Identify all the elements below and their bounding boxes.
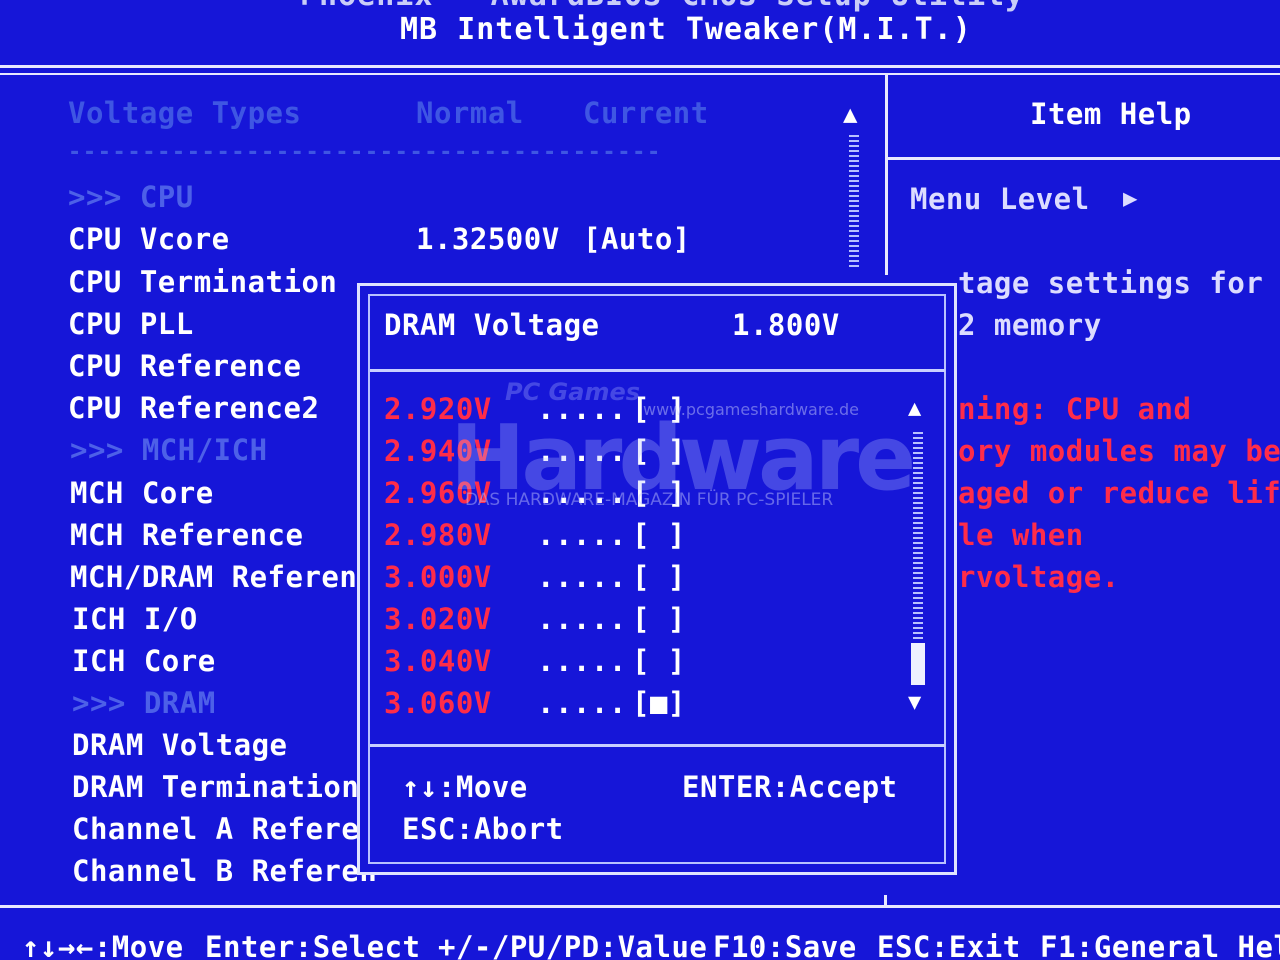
pcgh-watermark: PC Games www.pcgameshardware.de Hardware… bbox=[445, 378, 916, 518]
popup-hint-accept: ENTER:Accept bbox=[682, 770, 898, 804]
popup-current-value: 1.800V bbox=[732, 308, 840, 342]
item-help-title: Item Help bbox=[1030, 97, 1192, 131]
menu-level-label: Menu Level bbox=[910, 182, 1090, 216]
option-value: 3.040V bbox=[384, 644, 492, 678]
option-dots: ..... bbox=[537, 686, 627, 720]
cpu-vcore-current-value[interactable]: [Auto] bbox=[583, 222, 691, 256]
frame-top-outer bbox=[0, 65, 1280, 68]
frame-divider-vertical bbox=[885, 75, 888, 275]
popup-footer-divider bbox=[370, 744, 945, 747]
option-checkbox[interactable]: [ ] bbox=[632, 644, 686, 678]
list-item-ich-core[interactable]: ICH Core bbox=[72, 644, 216, 678]
column-header-voltage-types: Voltage Types bbox=[68, 96, 302, 130]
list-item-cpu-reference[interactable]: CPU Reference bbox=[68, 349, 301, 383]
footer-hint-save: F10:Save bbox=[713, 930, 857, 960]
help-warning-line-3: aged or reduce life bbox=[958, 476, 1280, 510]
option-dots: ..... bbox=[537, 602, 627, 636]
footer-hint-exit: ESC:Exit bbox=[877, 930, 1021, 960]
option-dots: ..... bbox=[537, 644, 627, 678]
menu-level-arrow-icon: ▶ bbox=[1123, 184, 1138, 212]
footer-hint-move: ↑↓→←:Move bbox=[22, 930, 184, 960]
watermark-tagline: DAS HARDWARE-MAGAZIN FÜR PC-SPIELER bbox=[465, 490, 834, 510]
column-header-current: Current bbox=[583, 96, 709, 130]
cpu-vcore-normal-value: 1.32500V bbox=[416, 222, 560, 256]
list-item-mch-core[interactable]: MCH Core bbox=[70, 476, 214, 510]
list-item-dram-termination[interactable]: DRAM Termination bbox=[72, 770, 359, 804]
list-item-mch-dram-reference[interactable]: MCH/DRAM Referenc bbox=[70, 560, 375, 594]
help-description-line-1: tage settings for bbox=[958, 266, 1264, 300]
help-warning-line-2: ory modules may be bbox=[958, 434, 1280, 468]
option-value: 2.980V bbox=[384, 518, 492, 552]
list-item-cpu-vcore[interactable]: CPU Vcore bbox=[68, 222, 230, 256]
help-warning-line-5: rvoltage. bbox=[958, 560, 1120, 594]
frame-top-inner bbox=[0, 73, 1280, 75]
list-item-dram-voltage[interactable]: DRAM Voltage bbox=[72, 728, 288, 762]
option-checkbox[interactable]: [ ] bbox=[632, 560, 686, 594]
footer-hint-value: +/-/PU/PD:Value bbox=[438, 930, 708, 960]
list-item-channel-a-reference[interactable]: Channel A Referen bbox=[72, 812, 377, 846]
option-checkbox[interactable]: [ ] bbox=[632, 602, 686, 636]
list-item-mch-reference[interactable]: MCH Reference bbox=[70, 518, 303, 552]
list-item-channel-b-reference[interactable]: Channel B Referen bbox=[72, 854, 377, 888]
list-scroll-up-icon[interactable]: ▲ bbox=[843, 100, 858, 128]
section-header-dram: >>> DRAM bbox=[72, 686, 216, 720]
option-value: 3.020V bbox=[384, 602, 492, 636]
page-title: MB Intelligent Tweaker(M.I.T.) bbox=[400, 12, 972, 47]
option-value: 3.000V bbox=[384, 560, 492, 594]
footer-hint-select: Enter:Select bbox=[205, 930, 421, 960]
watermark-brand-top: PC Games bbox=[505, 378, 641, 406]
popup-scrollbar-track[interactable] bbox=[913, 432, 923, 642]
help-title-divider bbox=[888, 157, 1280, 160]
help-description-line-2: 2 memory bbox=[958, 308, 1102, 342]
list-item-cpu-pll[interactable]: CPU PLL bbox=[68, 307, 194, 341]
popup-scrollbar-thumb[interactable] bbox=[911, 643, 925, 685]
section-header-mch-ich: >>> MCH/ICH bbox=[70, 433, 268, 467]
popup-hint-abort: ESC:Abort bbox=[402, 812, 564, 846]
option-dots: ..... bbox=[537, 518, 627, 552]
column-header-normal: Normal bbox=[416, 96, 524, 130]
popup-hint-move: ↑↓:Move bbox=[402, 770, 528, 804]
popup-title: DRAM Voltage bbox=[384, 308, 600, 342]
list-item-cpu-reference2[interactable]: CPU Reference2 bbox=[68, 391, 319, 425]
section-header-cpu: >>> CPU bbox=[68, 180, 194, 214]
list-item-ich-io[interactable]: ICH I/O bbox=[72, 602, 198, 636]
help-warning-line-4: le when bbox=[958, 518, 1084, 552]
popup-scroll-down-icon[interactable]: ▼ bbox=[908, 690, 922, 715]
option-checkbox-checked[interactable]: [■] bbox=[632, 686, 686, 720]
footer-hint-help: F1:General Help bbox=[1040, 930, 1280, 960]
option-checkbox[interactable]: [ ] bbox=[632, 518, 686, 552]
list-item-cpu-termination[interactable]: CPU Termination bbox=[68, 265, 337, 299]
option-value: 3.060V bbox=[384, 686, 492, 720]
column-header-divider: ---------------------------------------- bbox=[68, 140, 662, 165]
frame-bottom bbox=[0, 905, 1280, 908]
popup-title-divider bbox=[370, 369, 945, 372]
frame-bottom-tick bbox=[884, 895, 887, 907]
list-scrollbar-track[interactable] bbox=[849, 135, 859, 267]
option-dots: ..... bbox=[537, 560, 627, 594]
help-warning-line-1: ning: CPU and bbox=[958, 392, 1192, 426]
